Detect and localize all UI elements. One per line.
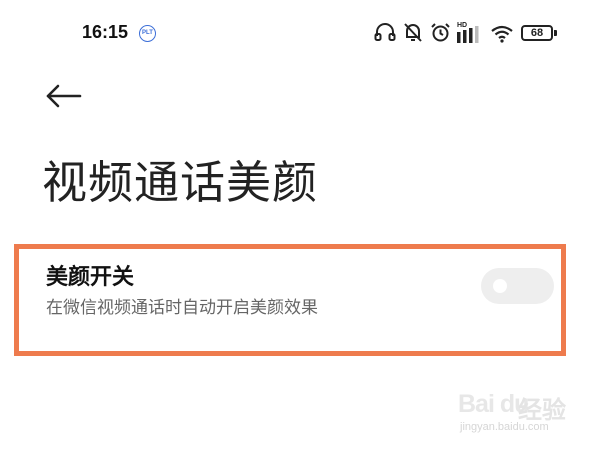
wifi-icon	[491, 25, 513, 43]
alarm-icon	[431, 23, 450, 42]
setting-title: 美颜开关	[46, 265, 135, 290]
battery-tip	[554, 30, 557, 36]
notification-badge: PLT	[139, 25, 156, 42]
status-bar: 16:15 PLT HD 68	[0, 0, 600, 64]
beauty-toggle-switch[interactable]	[481, 268, 554, 304]
headset-icon	[374, 23, 396, 41]
toggle-knob	[493, 279, 507, 293]
arrow-left-icon	[46, 84, 82, 108]
signal-icon	[457, 26, 479, 43]
watermark-brand: 经验	[518, 396, 566, 424]
page-title: 视频通话美颜	[42, 156, 319, 209]
status-time: 16:15	[82, 22, 129, 42]
battery-icon: 68	[521, 25, 553, 41]
watermark: Bai du 经验 jingyan.baidu.com	[456, 384, 596, 448]
bell-off-icon	[404, 23, 422, 42]
beauty-toggle-row[interactable]: 美颜开关 在微信视频通话时自动开启美颜效果	[19, 249, 561, 351]
back-button[interactable]	[42, 78, 90, 114]
watermark-url: jingyan.baidu.com	[460, 421, 549, 433]
setting-description: 在微信视频通话时自动开启美颜效果	[46, 298, 318, 318]
